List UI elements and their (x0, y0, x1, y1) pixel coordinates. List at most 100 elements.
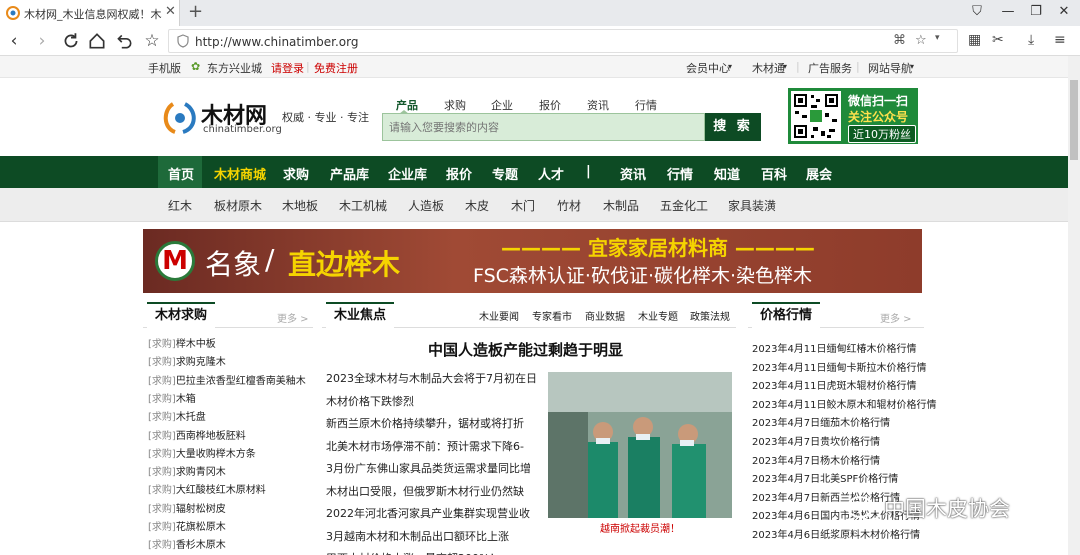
list-item[interactable]: [求购]木托盘 (148, 408, 206, 423)
member-center-link[interactable]: 会员中心 (686, 60, 730, 76)
price-item-link[interactable]: 2023年4月6日纸浆原料木材价格行情 (752, 526, 920, 541)
cat-machinery[interactable]: 木工机械 (339, 197, 387, 214)
news-link[interactable]: 3月份广东佛山家具品类货运需求量同比增 (326, 460, 531, 476)
login-link[interactable]: 请登录 (271, 60, 304, 76)
list-item[interactable]: [求购]花旗松原木 (148, 518, 226, 533)
news-link[interactable]: 巴西木材价格大涨，最高超200%！ (326, 550, 500, 555)
search-tab-company[interactable]: 企业 (491, 97, 513, 113)
cat-veneer[interactable]: 木皮 (465, 197, 489, 214)
download-icon[interactable]: ⤓ (1028, 32, 1034, 48)
prices-more-link[interactable]: 更多 > (880, 310, 912, 325)
undo-icon[interactable] (114, 31, 134, 51)
forward-icon[interactable]: › (32, 32, 52, 52)
browser-tab[interactable]: 木材网_木业信息网权威！木材价格 ✕ (0, 0, 180, 26)
back-icon[interactable]: ‹ (4, 32, 24, 52)
shirt-icon[interactable]: ⛉ (967, 4, 987, 19)
search-button[interactable]: 搜 索 (705, 113, 761, 141)
cat-floor[interactable]: 木地板 (282, 197, 318, 214)
home-icon[interactable] (87, 31, 107, 51)
cat-board-log[interactable]: 板材原木 (214, 197, 262, 214)
new-tab-icon[interactable]: + (188, 1, 203, 22)
list-item[interactable]: [求购]大量收购榉木方条 (148, 445, 256, 460)
price-item-link[interactable]: 2023年4月11日鲛木原木和辊材价格行情 (752, 396, 937, 411)
prices-title[interactable]: 价格行情 (752, 302, 821, 328)
search-tab-market[interactable]: 行情 (635, 97, 657, 113)
list-item[interactable]: [求购]辐射松树皮 (148, 500, 226, 515)
purchase-title[interactable]: 木材求购 (147, 302, 216, 328)
news-link[interactable]: 北美木材市场停滞不前：预计需求下降6- (326, 438, 524, 454)
scissors-icon[interactable]: ✂ (992, 32, 1004, 48)
cat-wood-products[interactable]: 木制品 (603, 197, 639, 214)
nav-exhibition[interactable]: 展会 (806, 164, 832, 183)
cat-door[interactable]: 木门 (511, 197, 535, 214)
cat-bamboo[interactable]: 竹材 (557, 197, 581, 214)
nav-purchase[interactable]: 求购 (283, 164, 309, 183)
news-link[interactable]: 新西兰原木价格持续攀升，锯材或将打折 (326, 415, 524, 431)
nav-news[interactable]: 资讯 (620, 164, 646, 183)
price-item-link[interactable]: 2023年4月7日缅茄木价格行情 (752, 414, 890, 429)
focus-title[interactable]: 木业焦点 (326, 302, 395, 328)
focus-tab-experts[interactable]: 专家看市 (532, 308, 572, 323)
reader-icon[interactable]: ⌘ (893, 33, 906, 48)
list-item[interactable]: [求购]香杉木原木 (148, 536, 226, 551)
mobile-link[interactable]: 手机版 (148, 60, 181, 76)
nav-encyclopedia[interactable]: 百科 (761, 164, 787, 183)
news-photo[interactable] (548, 372, 732, 518)
cat-panel[interactable]: 人造板 (408, 197, 444, 214)
nav-talent[interactable]: 人才 (538, 164, 564, 183)
search-tab-quote[interactable]: 报价 (539, 97, 561, 113)
nav-knowledge[interactable]: 知道 (714, 164, 740, 183)
price-item-link[interactable]: 2023年4月11日缅甸卡斯拉木价格行情 (752, 359, 927, 374)
restore-icon[interactable]: ❐ (1026, 4, 1046, 19)
list-item[interactable]: [求购]巴拉圭浓香型红檀香南美釉木 (148, 372, 306, 387)
focus-tab-topics[interactable]: 木业专题 (638, 308, 678, 323)
news-link[interactable]: 2023全球木材与木制品大会将于7月初在日 (326, 370, 537, 386)
photo-caption[interactable]: 越南掀起裁员潮！ (548, 520, 732, 535)
search-input[interactable] (383, 114, 704, 140)
nav-products[interactable]: 产品库 (330, 164, 369, 183)
dongfang-link[interactable]: 东方兴业城 (207, 60, 262, 76)
cat-furniture[interactable]: 家具装潢 (728, 197, 776, 214)
scrollbar[interactable] (1068, 56, 1080, 555)
mucaitong-link[interactable]: 木材通 (752, 60, 785, 76)
url-text[interactable]: http://www.chinatimber.org (195, 35, 358, 49)
price-item-link[interactable]: 2023年4月7日杨木价格行情 (752, 452, 880, 467)
list-item[interactable]: [求购]求购克隆木 (148, 353, 226, 368)
menu-icon[interactable]: ≡ (1054, 32, 1066, 48)
cat-redwood[interactable]: 红木 (168, 197, 192, 214)
news-link[interactable]: 木材出口受限，但俄罗斯木材行业仍然缺 (326, 483, 524, 499)
news-link[interactable]: 3月越南木材和木制品出口额环比上涨 (326, 528, 509, 544)
ad-banner[interactable]: M 名象 / 直边榉木 ———— 宜家家居材料商 ———— FSC森林认证·砍伐… (143, 229, 922, 293)
bookmark-star-icon[interactable]: ☆ (142, 32, 162, 52)
favorite-star-icon[interactable]: ☆ (915, 33, 927, 48)
address-bar[interactable]: http://www.chinatimber.org ⌘ ☆ ▾ (168, 29, 958, 53)
site-nav-link[interactable]: 网站导航 (868, 60, 912, 76)
headline-link[interactable]: 中国人造板产能过剩趋于明显 (428, 339, 623, 360)
apps-grid-icon[interactable]: ▦ (968, 32, 981, 48)
cat-hardware[interactable]: 五金化工 (660, 197, 708, 214)
scrollbar-thumb[interactable] (1070, 80, 1078, 160)
price-item-link[interactable]: 2023年4月11日虎斑木辊材价格行情 (752, 377, 917, 392)
list-item[interactable]: [求购]大红酸枝红木原材料 (148, 481, 266, 496)
nav-companies[interactable]: 企业库 (388, 164, 427, 183)
price-item-link[interactable]: 2023年4月11日缅甸红椿木价格行情 (752, 340, 917, 355)
focus-tab-news[interactable]: 木业要闻 (479, 308, 519, 323)
register-link[interactable]: 免费注册 (314, 60, 358, 76)
nav-topics[interactable]: 专题 (492, 164, 518, 183)
news-link[interactable]: 2022年河北香河家具产业集群实现营业收 (326, 505, 530, 521)
close-window-icon[interactable]: ✕ (1054, 4, 1074, 19)
minimize-icon[interactable]: — (998, 4, 1018, 19)
list-item[interactable]: [求购]木箱 (148, 390, 196, 405)
reload-icon[interactable] (61, 31, 81, 51)
nav-market[interactable]: 行情 (667, 164, 693, 183)
focus-tab-policy[interactable]: 政策法规 (690, 308, 730, 323)
dropdown-arrow-icon[interactable]: ▾ (935, 33, 940, 43)
list-item[interactable]: [求购]榉木中板 (148, 335, 216, 350)
list-item[interactable]: [求购]西南桦地板胚料 (148, 427, 246, 442)
ad-service-link[interactable]: 广告服务 (808, 60, 852, 76)
search-tab-purchase[interactable]: 求购 (444, 97, 466, 113)
focus-tab-data[interactable]: 商业数据 (585, 308, 625, 323)
news-link[interactable]: 木材价格下跌惨烈 (326, 393, 414, 409)
nav-timber-mall[interactable]: 木材商城 (214, 164, 266, 183)
search-tab-news[interactable]: 资讯 (587, 97, 609, 113)
